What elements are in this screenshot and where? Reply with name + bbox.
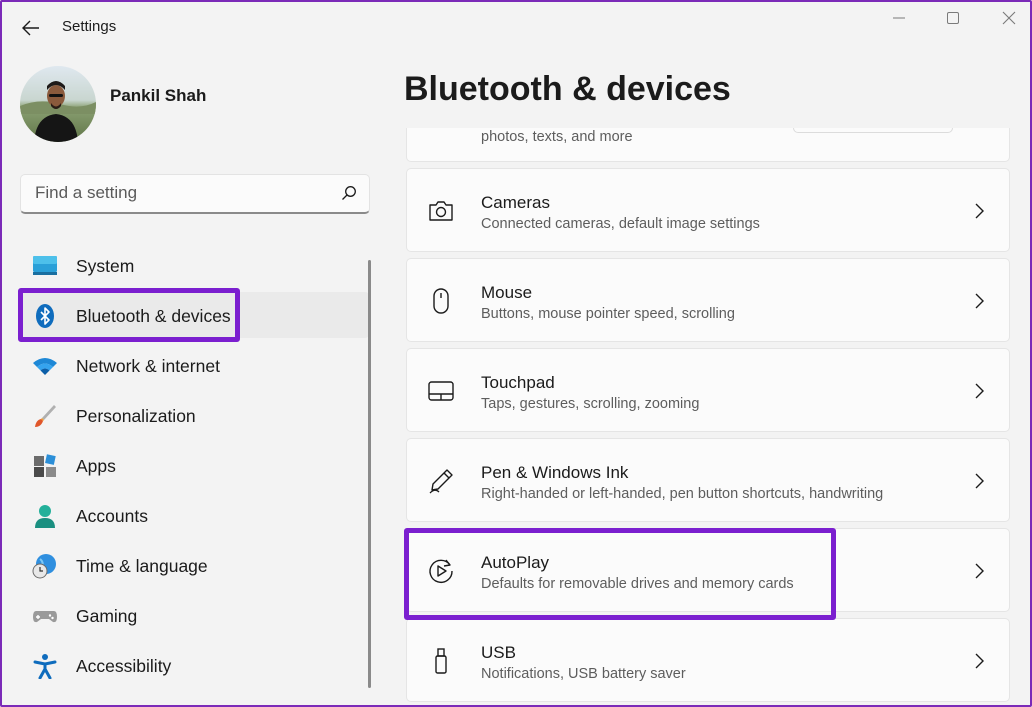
sidebar-item-network[interactable]: Network & internet (20, 342, 370, 388)
search-input[interactable] (21, 175, 321, 211)
sidebar-item-gaming[interactable]: Gaming (20, 592, 370, 638)
minimize-icon (893, 17, 905, 19)
sidebar-item-accessibility[interactable]: Accessibility (20, 642, 370, 688)
card-description: Connected cameras, default image setting… (481, 216, 760, 232)
back-button[interactable] (16, 14, 46, 42)
system-icon (33, 256, 57, 275)
sidebar-scrollbar[interactable] (368, 260, 371, 688)
sidebar-item-personalization[interactable]: Personalization (20, 392, 370, 438)
brush-icon (35, 405, 56, 427)
globe-clock-icon (32, 554, 56, 579)
apps-icon (34, 454, 56, 477)
chevron-right-icon (975, 563, 984, 579)
profile-photo-icon (20, 66, 96, 142)
avatar[interactable] (20, 66, 96, 142)
page-title: Bluetooth & devices (404, 70, 731, 108)
partial-action-button[interactable] (793, 128, 953, 133)
title-bar: Settings (2, 2, 1030, 54)
sidebar-item-label: Accessibility (76, 656, 172, 676)
card-title: Cameras (481, 193, 550, 212)
card-description: Notifications, USB battery saver (481, 666, 686, 682)
back-arrow-icon (22, 20, 39, 36)
sidebar-item-time-language[interactable]: Time & language (20, 542, 370, 588)
sidebar-item-label: Gaming (76, 606, 138, 626)
search-box[interactable] (20, 174, 370, 214)
card-description: photos, texts, and more (481, 129, 633, 145)
gamepad-icon (33, 611, 57, 623)
card-title: USB (481, 643, 516, 662)
person-icon (35, 505, 55, 528)
bluetooth-icon (36, 304, 54, 328)
sidebar-item-label: Apps (76, 456, 116, 476)
app-title: Settings (62, 18, 117, 35)
sidebar-item-label: System (76, 256, 135, 276)
settings-card-mouse[interactable]: Mouse Buttons, mouse pointer speed, scro… (406, 258, 1010, 342)
maximize-icon (947, 12, 959, 24)
sidebar-item-bluetooth-devices[interactable]: Bluetooth & devices (20, 292, 370, 338)
sidebar-item-label: Bluetooth & devices (76, 306, 231, 326)
search-icon[interactable] (341, 185, 357, 201)
chevron-right-icon (975, 653, 984, 669)
mouse-icon (433, 288, 449, 314)
card-title: Mouse (481, 283, 533, 302)
sidebar-item-label: Accounts (76, 506, 148, 526)
card-description: Buttons, mouse pointer speed, scrolling (481, 306, 735, 322)
sidebar-item-apps[interactable]: Apps (20, 442, 370, 488)
close-icon (1002, 11, 1016, 25)
card-title: Pen & Windows Ink (481, 463, 629, 482)
card-description: Right-handed or left-handed, pen button … (481, 486, 884, 502)
touchpad-icon (428, 381, 454, 401)
settings-card-cameras[interactable]: Cameras Connected cameras, default image… (406, 168, 1010, 252)
card-description: Taps, gestures, scrolling, zooming (481, 396, 700, 412)
sidebar-item-system[interactable]: System (20, 242, 370, 288)
sidebar-item-label: Personalization (76, 406, 196, 426)
wifi-icon (33, 358, 57, 375)
sidebar-item-accounts[interactable]: Accounts (20, 492, 370, 538)
chevron-right-icon (975, 383, 984, 399)
accessibility-icon (33, 654, 57, 679)
minimize-button[interactable] (876, 4, 922, 32)
settings-card-touchpad[interactable]: Touchpad Taps, gestures, scrolling, zoom… (406, 348, 1010, 432)
close-button[interactable] (986, 4, 1030, 32)
chevron-right-icon (975, 293, 984, 309)
chevron-right-icon (975, 203, 984, 219)
settings-card-partial[interactable]: photos, texts, and more (406, 128, 1010, 162)
card-description: Defaults for removable drives and memory… (481, 576, 794, 592)
sidebar-item-label: Time & language (76, 556, 208, 576)
sidebar-item-label: Network & internet (76, 356, 220, 376)
card-title: AutoPlay (481, 553, 550, 572)
settings-window: Settings Pankil Shah Find a setting Syst… (0, 0, 1032, 707)
settings-card-pen-windows-ink[interactable]: Pen & Windows Ink Right-handed or left-h… (406, 438, 1010, 522)
pen-icon (429, 469, 453, 494)
card-title: Touchpad (481, 373, 555, 392)
settings-list: photos, texts, and more Cameras Connecte… (406, 128, 1010, 705)
maximize-button[interactable] (930, 4, 976, 32)
usb-icon (435, 648, 447, 674)
settings-card-autoplay[interactable]: AutoPlay Defaults for removable drives a… (406, 528, 1010, 612)
autoplay-icon (429, 559, 453, 583)
camera-icon (429, 201, 453, 221)
chevron-right-icon (975, 473, 984, 489)
user-name: Pankil Shah (110, 86, 207, 105)
settings-card-usb[interactable]: USB Notifications, USB battery saver (406, 618, 1010, 702)
